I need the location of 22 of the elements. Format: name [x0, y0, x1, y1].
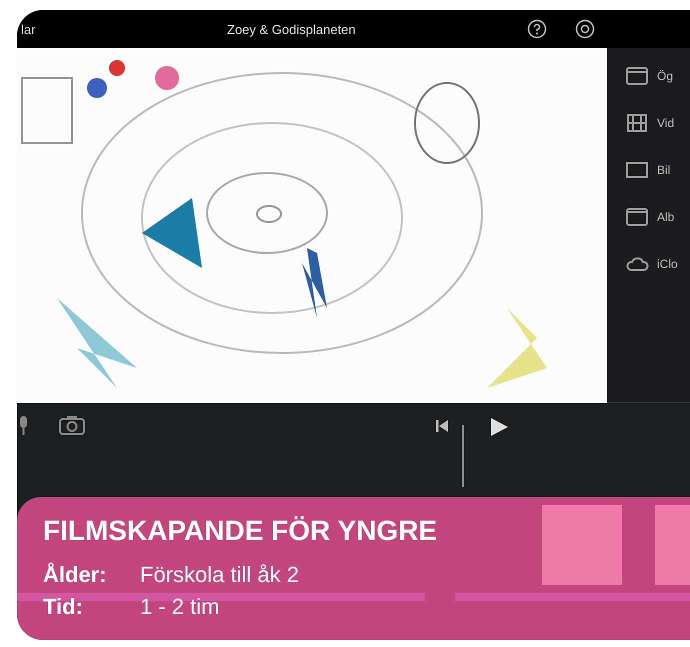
image-icon [625, 160, 649, 180]
detail-value: 1 - 2 tim [140, 593, 220, 621]
sidebar-item[interactable]: Bil [657, 163, 670, 177]
project-title: Zoey & Godisplaneten [227, 22, 356, 36]
camera-icon[interactable] [59, 415, 85, 435]
settings-icon[interactable] [575, 19, 595, 39]
sidebar-item[interactable]: Ög [657, 69, 674, 83]
help-icon[interactable] [527, 19, 547, 39]
detail-label: Tid: [43, 593, 83, 621]
sidebar-item[interactable]: iClo [657, 257, 678, 271]
course-title: FILMSKAPANDE FÖR YNGRE [43, 515, 438, 547]
back-link[interactable]: lar [21, 22, 36, 36]
album-icon [625, 207, 649, 227]
sidebar-item[interactable]: Vid [657, 116, 674, 130]
folder-icon [625, 66, 649, 86]
detail-value: Förskola till åk 2 [140, 561, 299, 589]
play-icon[interactable] [489, 417, 509, 437]
skip-back-icon[interactable] [435, 419, 449, 433]
sidebar-item[interactable]: Alb [657, 210, 674, 224]
film-icon [625, 113, 649, 133]
microphone-icon[interactable] [19, 415, 29, 437]
detail-label: Ålder: [43, 561, 107, 589]
